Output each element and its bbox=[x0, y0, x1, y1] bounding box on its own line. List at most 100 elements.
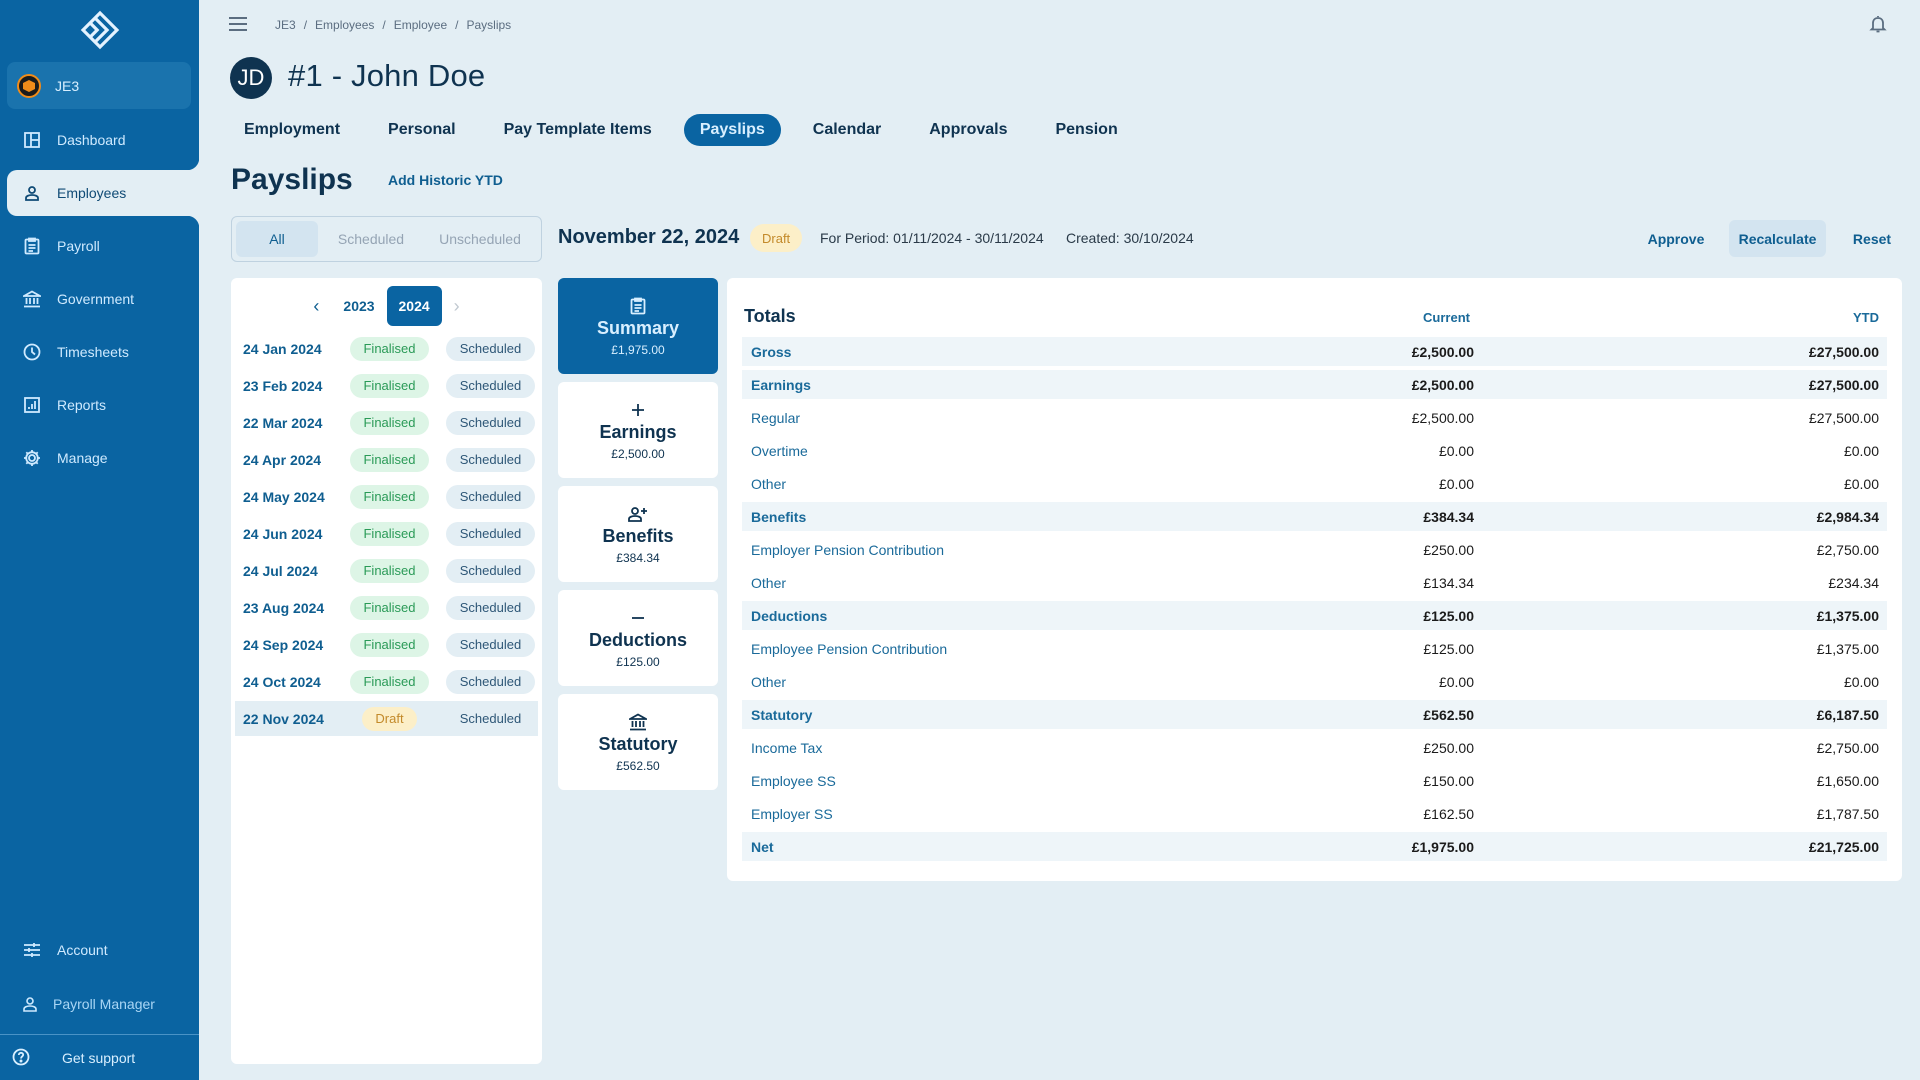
breadcrumb-employees[interactable]: Employees bbox=[315, 18, 374, 32]
row-current-value: £384.34 bbox=[1423, 508, 1474, 525]
payslip-row[interactable]: 24 Apr 2024 Finalised Scheduled bbox=[235, 442, 538, 477]
card-value: £562.50 bbox=[616, 758, 660, 773]
breadcrumb-employee[interactable]: Employee bbox=[394, 18, 447, 32]
row-label: Employee Pension Contribution bbox=[751, 640, 948, 657]
card-statutory[interactable]: Statutory £562.50 bbox=[558, 694, 718, 790]
get-support-button[interactable]: Get support bbox=[0, 1036, 199, 1080]
payslip-row-date: 24 Oct 2024 bbox=[243, 673, 321, 690]
tab-payslips[interactable]: Payslips bbox=[683, 114, 781, 146]
payslip-filter: All Scheduled Unscheduled bbox=[231, 216, 542, 262]
sliders-icon bbox=[21, 939, 43, 961]
tab-pay-template-items[interactable]: Pay Template Items bbox=[488, 114, 668, 146]
payslip-row[interactable]: 24 Sep 2024 Finalised Scheduled bbox=[235, 627, 538, 662]
filter-scheduled[interactable]: Scheduled bbox=[318, 221, 424, 257]
totals-row: Employer Pension Contribution £250.00 £2,7… bbox=[742, 535, 1887, 564]
row-label: Net bbox=[751, 838, 774, 855]
totals-section-row: Gross £2,500.00 £27,500.00 bbox=[742, 337, 1887, 366]
payslip-row[interactable]: 22 Mar 2024 Finalised Scheduled bbox=[235, 405, 538, 440]
row-ytd-value: £1,375.00 bbox=[1816, 640, 1879, 657]
clipboard-icon bbox=[21, 235, 43, 257]
row-current-value: £0.00 bbox=[1438, 475, 1474, 492]
row-ytd-value: £21,725.00 bbox=[1808, 838, 1879, 855]
payslip-row[interactable]: 24 Oct 2024 Finalised Scheduled bbox=[235, 664, 538, 699]
sidebar-item-dashboard[interactable]: Dashboard bbox=[7, 117, 199, 163]
totals-section-row: Earnings £2,500.00 £27,500.00 bbox=[742, 370, 1887, 399]
sidebar-item-label: Account bbox=[57, 942, 108, 958]
row-label: Benefits bbox=[751, 508, 807, 525]
tab-personal[interactable]: Personal bbox=[372, 114, 472, 146]
sidebar-item-government[interactable]: Government bbox=[7, 276, 199, 322]
year-2024[interactable]: 2024 bbox=[386, 286, 442, 326]
tab-approvals[interactable]: Approvals bbox=[913, 114, 1023, 146]
sidebar-item-label: Timesheets bbox=[57, 344, 129, 360]
sidebar-item-reports[interactable]: Reports bbox=[7, 382, 199, 428]
person-icon bbox=[21, 182, 43, 204]
card-benefits[interactable]: Benefits £384.34 bbox=[558, 486, 718, 582]
payslip-row[interactable]: 22 Nov 2024 Draft Scheduled bbox=[235, 701, 538, 736]
chevron-right-icon[interactable]: › bbox=[442, 296, 472, 317]
totals-row: Other £134.34 £234.34 bbox=[742, 568, 1887, 597]
row-label: Employee SS bbox=[751, 772, 836, 789]
payslip-type-badge: Scheduled bbox=[446, 373, 535, 398]
row-label: Earnings bbox=[751, 376, 811, 393]
payslip-row-date: 22 Nov 2024 bbox=[243, 710, 324, 727]
recalculate-button[interactable]: Recalculate bbox=[1729, 220, 1826, 257]
sidebar-item-account[interactable]: Account bbox=[7, 927, 199, 973]
card-title: Statutory bbox=[598, 733, 678, 754]
payslip-row[interactable]: 24 Jul 2024 Finalised Scheduled bbox=[235, 553, 538, 588]
card-deductions[interactable]: Deductions £125.00 bbox=[558, 590, 718, 686]
row-ytd-value: £234.34 bbox=[1828, 574, 1879, 591]
sidebar-item-payroll[interactable]: Payroll bbox=[7, 223, 199, 269]
page-title: Payslips bbox=[231, 163, 353, 196]
payslip-row[interactable]: 24 Jan 2024 Finalised Scheduled bbox=[235, 331, 538, 366]
row-ytd-value: £1,375.00 bbox=[1816, 607, 1879, 624]
employee-tabs: Employment Personal Pay Template Items P… bbox=[228, 114, 1150, 146]
payslip-date: November 22, 2024 bbox=[558, 226, 740, 248]
bank-icon bbox=[21, 288, 43, 310]
row-current-value: £150.00 bbox=[1423, 772, 1474, 789]
payslip-row[interactable]: 24 May 2024 Finalised Scheduled bbox=[235, 479, 538, 514]
totals-section-row: Net £1,975.00 £21,725.00 bbox=[742, 832, 1887, 861]
filter-all[interactable]: All bbox=[236, 221, 318, 257]
card-summary[interactable]: Summary £1,975.00 bbox=[558, 278, 718, 374]
tab-pension[interactable]: Pension bbox=[1039, 114, 1133, 146]
payslip-row[interactable]: 24 Jun 2024 Finalised Scheduled bbox=[235, 516, 538, 551]
payslip-status-badge: Finalised bbox=[350, 558, 429, 583]
menu-icon[interactable] bbox=[228, 16, 250, 34]
person-icon bbox=[19, 993, 41, 1015]
payslip-row[interactable]: 23 Feb 2024 Finalised Scheduled bbox=[235, 368, 538, 403]
add-historic-ytd-button[interactable]: Add Historic YTD bbox=[388, 172, 503, 188]
chevron-left-icon[interactable]: ‹ bbox=[301, 296, 331, 317]
payslip-status-badge: Finalised bbox=[350, 410, 429, 435]
breadcrumb-separator: / bbox=[303, 18, 308, 32]
row-ytd-value: £27,500.00 bbox=[1808, 376, 1879, 393]
support-label: Get support bbox=[62, 1050, 136, 1066]
app-logo-icon[interactable] bbox=[80, 10, 120, 50]
payslip-row-date: 24 May 2024 bbox=[243, 488, 325, 505]
payslip-status-badge: Finalised bbox=[350, 669, 429, 694]
payslip-type-badge: Scheduled bbox=[446, 447, 535, 472]
sidebar-item-timesheets[interactable]: Timesheets bbox=[7, 329, 199, 375]
tab-employment[interactable]: Employment bbox=[228, 114, 356, 146]
notifications-bell-icon[interactable] bbox=[1868, 14, 1890, 36]
year-2023[interactable]: 2023 bbox=[331, 286, 386, 326]
filter-unscheduled[interactable]: Unscheduled bbox=[424, 221, 536, 257]
card-title: Summary bbox=[596, 317, 680, 338]
tab-calendar[interactable]: Calendar bbox=[797, 114, 897, 146]
user-menu[interactable]: Payroll Manager bbox=[7, 981, 199, 1027]
sidebar-item-manage[interactable]: Manage bbox=[7, 435, 199, 481]
breadcrumb-je3[interactable]: JE3 bbox=[275, 18, 296, 32]
totals-row: Overtime £0.00 £0.00 bbox=[742, 436, 1887, 465]
reset-button[interactable]: Reset bbox=[1840, 220, 1904, 257]
row-ytd-value: £2,750.00 bbox=[1816, 739, 1879, 756]
approve-button[interactable]: Approve bbox=[1640, 220, 1712, 257]
org-switcher[interactable]: JE3 bbox=[7, 62, 191, 109]
payslip-row[interactable]: 23 Aug 2024 Finalised Scheduled bbox=[235, 590, 538, 625]
card-earnings[interactable]: Earnings £2,500.00 bbox=[558, 382, 718, 478]
row-label: Gross bbox=[751, 343, 792, 360]
card-value: £2,500.00 bbox=[611, 446, 665, 461]
sidebar-divider bbox=[0, 1034, 199, 1035]
sidebar-item-employees[interactable]: Employees bbox=[7, 158, 199, 228]
employee-title: #1 - John Doe bbox=[288, 58, 486, 93]
payslip-row-date: 24 Jul 2024 bbox=[243, 562, 318, 579]
